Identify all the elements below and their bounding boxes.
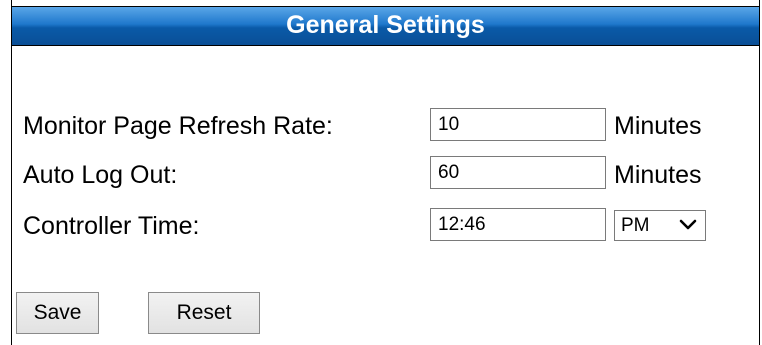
- save-button[interactable]: Save: [16, 292, 99, 334]
- auto-logout-input[interactable]: [430, 156, 606, 189]
- panel-title: General Settings: [286, 11, 485, 39]
- auto-logout-unit: Minutes: [614, 161, 702, 189]
- ampm-select[interactable]: PM: [614, 210, 706, 241]
- refresh-rate-input[interactable]: [430, 108, 606, 141]
- general-settings-panel: General Settings Monitor Page Refresh Ra…: [11, 0, 760, 345]
- auto-logout-label: Auto Log Out:: [23, 161, 178, 189]
- refresh-rate-unit: Minutes: [614, 112, 702, 140]
- ampm-selected-value: PM: [621, 215, 650, 236]
- reset-button[interactable]: Reset: [148, 292, 260, 334]
- controller-time-label: Controller Time:: [23, 212, 200, 240]
- panel-header: General Settings: [12, 6, 759, 46]
- chevron-down-icon: [679, 219, 697, 230]
- refresh-rate-label: Monitor Page Refresh Rate:: [23, 112, 333, 140]
- controller-time-input[interactable]: [430, 208, 606, 241]
